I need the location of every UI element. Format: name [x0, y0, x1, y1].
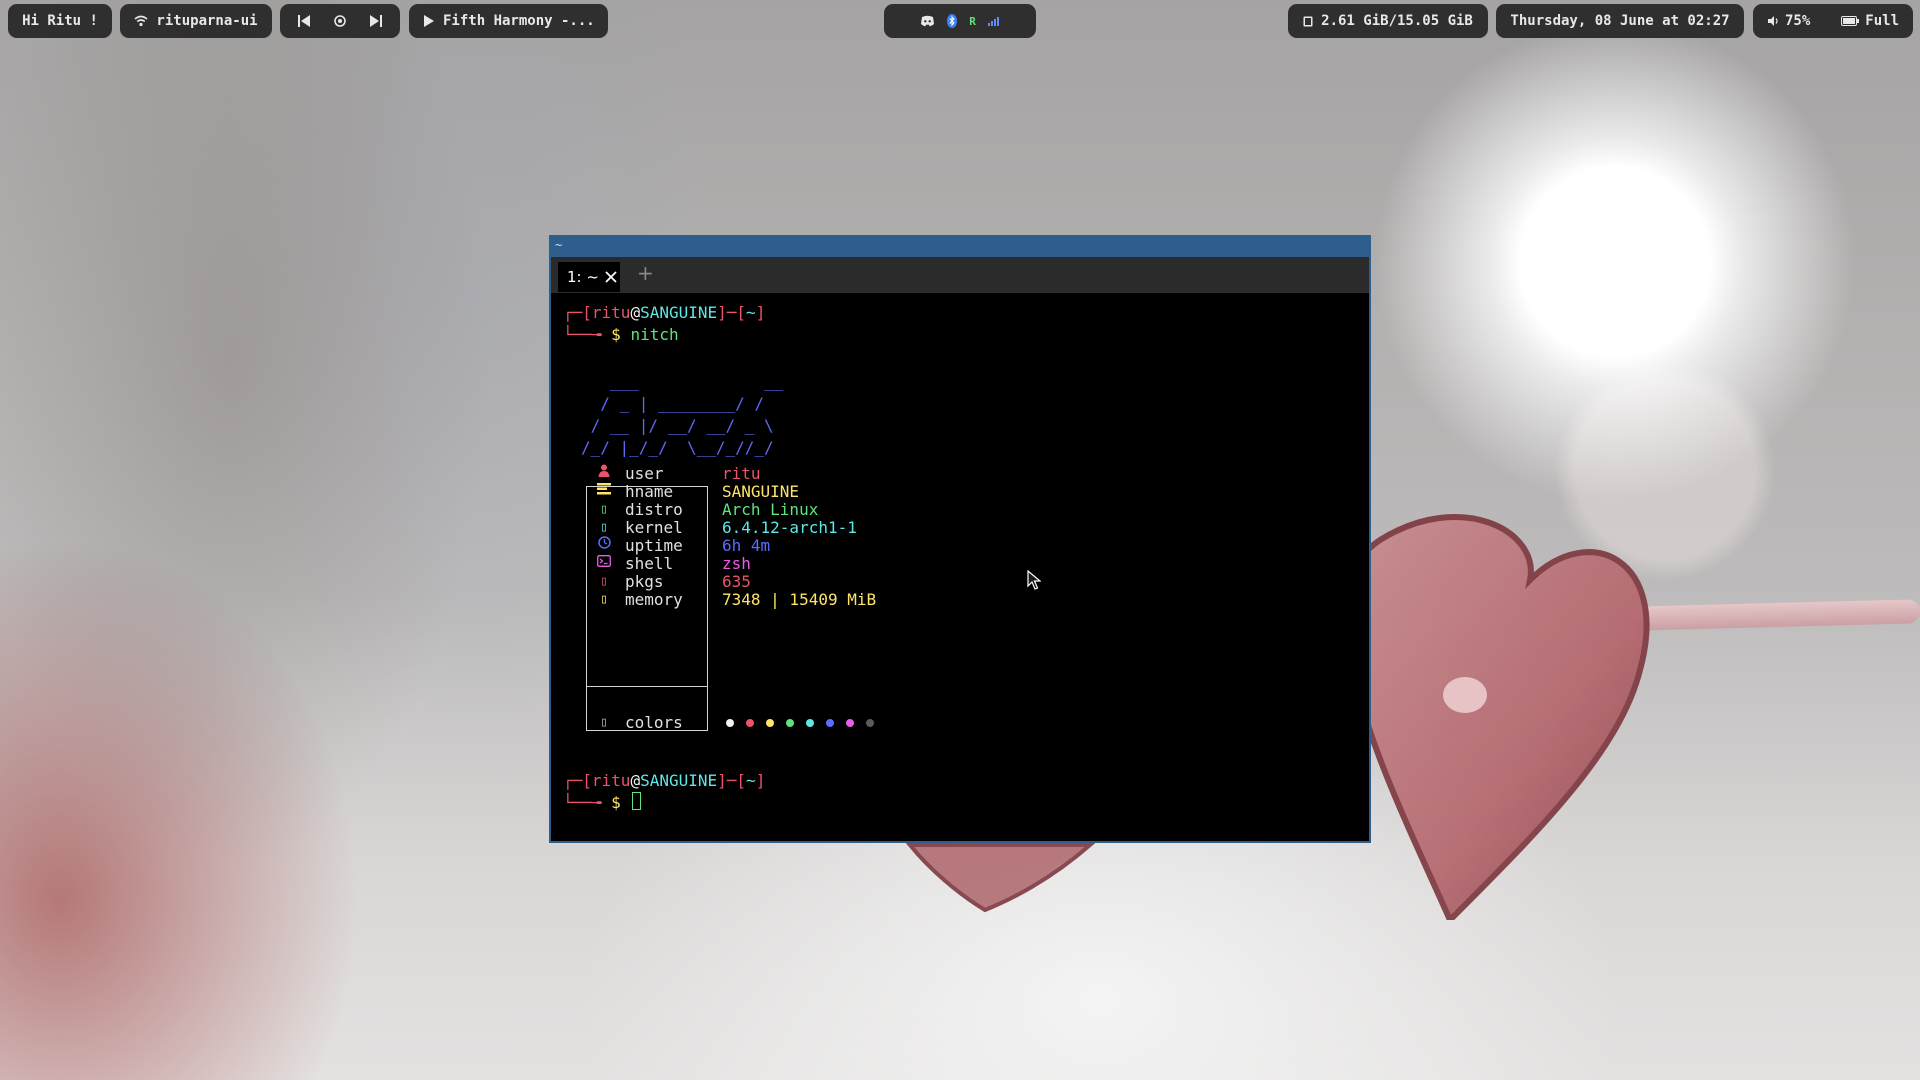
- tab-terminal-1[interactable]: 1: ~: [558, 262, 620, 292]
- memory-chip-icon: [1303, 16, 1313, 27]
- volume-level: 75%: [1785, 13, 1811, 29]
- info-divider: [587, 686, 707, 687]
- memory-usage: 2.61 GiB/15.05 GiB: [1321, 13, 1473, 29]
- tab-label: 1: ~: [567, 268, 599, 286]
- pause-icon[interactable]: [333, 14, 347, 28]
- color-swatch: [766, 719, 774, 727]
- command-text: nitch: [630, 325, 679, 344]
- memory-icon: ▯: [600, 592, 608, 607]
- window-titlebar[interactable]: ~: [551, 237, 1369, 257]
- color-swatch: [846, 719, 854, 727]
- glasses-temple: [1629, 599, 1920, 631]
- system-tray: R: [884, 4, 1036, 38]
- color-swatch: [866, 719, 874, 727]
- info-key: memory: [625, 590, 683, 609]
- signal-icon: [987, 16, 1000, 26]
- wifi-icon: [134, 15, 148, 27]
- discord-icon[interactable]: [920, 15, 935, 27]
- color-swatch: [806, 719, 814, 727]
- ascii-logo-line: / __ |/ __/ __/ _ \: [581, 416, 774, 435]
- wifi-widget[interactable]: rituparna-ui: [120, 4, 272, 38]
- info-row-memory: ▯ memory: [597, 589, 683, 611]
- volume-icon: [1767, 15, 1779, 27]
- volume-control[interactable]: 75%: [1767, 13, 1810, 29]
- datetime-text: Thursday, 08 June at 02:27: [1510, 13, 1730, 29]
- terminal-output[interactable]: ┌─[ritu@SANGUINE]─[~] └──╼ $ nitch ___ _…: [551, 293, 1369, 841]
- text-cursor: [632, 792, 641, 810]
- color-swatch: [786, 719, 794, 727]
- greeting-text: Hi Ritu !: [22, 13, 98, 29]
- color-swatch: [726, 719, 734, 727]
- bluetooth-icon[interactable]: [947, 14, 958, 28]
- color-palette: [726, 719, 886, 727]
- palette-icon: ▯: [600, 715, 608, 730]
- tab-bar: 1: ~ +: [551, 257, 1369, 293]
- ascii-logo-line: ___ __: [581, 372, 784, 391]
- greeting-widget: Hi Ritu !: [8, 4, 112, 38]
- prompt-line-2: ┌─[ritu@SANGUINE]─[~]: [563, 771, 766, 790]
- prompt-line-1: ┌─[ritu@SANGUINE]─[~]: [563, 303, 766, 322]
- media-controls: [280, 4, 400, 38]
- new-tab-button[interactable]: +: [637, 261, 654, 285]
- colors-label: colors: [625, 713, 683, 732]
- wifi-name: rituparna-ui: [156, 13, 258, 29]
- clock-widget[interactable]: Thursday, 08 June at 02:27: [1496, 4, 1744, 38]
- previous-track-icon[interactable]: [297, 14, 311, 28]
- ascii-logo-line: /_/ |_/_/ \__/_//_/: [581, 438, 774, 457]
- status-widget: 75% Full: [1753, 4, 1913, 38]
- tray-r-icon[interactable]: R: [969, 15, 976, 28]
- now-playing-title: Fifth Harmony -...: [443, 13, 595, 29]
- play-icon: [423, 14, 435, 28]
- command-line-2: └──╼ $: [563, 793, 621, 812]
- info-value-memory: 7348 | 15409 MiB: [722, 590, 877, 609]
- battery-text: Full: [1865, 13, 1899, 29]
- color-swatch: [826, 719, 834, 727]
- colors-row: ▯ colors: [597, 712, 683, 734]
- close-tab-icon[interactable]: [605, 271, 617, 283]
- mouse-pointer-icon: [1027, 570, 1041, 590]
- command-line-1: └──╼ $ nitch: [563, 325, 679, 344]
- ascii-logo-line: / _ | ________/ /: [581, 394, 765, 413]
- heart-glasses-right-lens: [1343, 514, 1650, 920]
- memory-widget: 2.61 GiB/15.05 GiB: [1288, 4, 1488, 38]
- battery-icon: [1841, 16, 1860, 26]
- battery-status[interactable]: Full: [1841, 13, 1899, 29]
- terminal-window[interactable]: ~ 1: ~ + ┌─[ritu@SANGUINE]─[~] └──╼ $ ni…: [549, 235, 1371, 843]
- now-playing-widget[interactable]: Fifth Harmony -...: [409, 4, 608, 38]
- color-swatch: [746, 719, 754, 727]
- next-track-icon[interactable]: [369, 14, 383, 28]
